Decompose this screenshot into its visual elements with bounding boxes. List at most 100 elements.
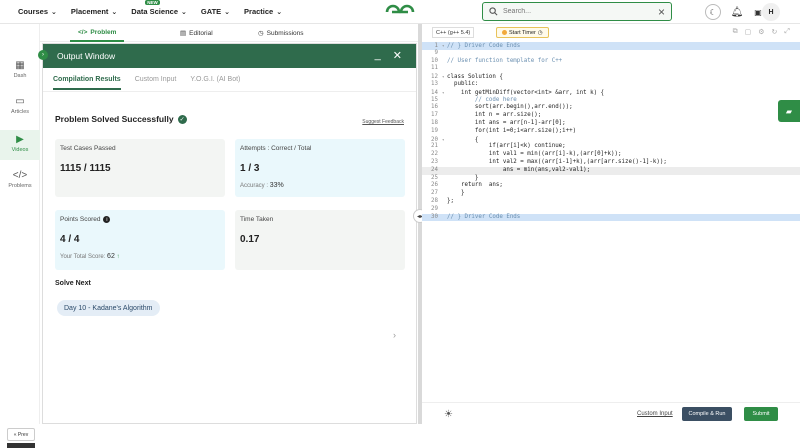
code-text: { — [447, 136, 479, 143]
nav-data-science[interactable]: NEW Data Science ⌄ — [131, 0, 187, 16]
code-line[interactable]: 17 int n = arr.size(); — [422, 112, 800, 120]
sidebar-item-videos[interactable]: ▶ Videos — [0, 130, 40, 160]
tab-editorial[interactable]: ▤ Editorial — [180, 24, 213, 42]
code-line[interactable]: 16 sort(arr.begin(),arr.end()); — [422, 104, 800, 112]
line-number: 9 — [434, 49, 439, 56]
chevron-right-icon[interactable]: › — [393, 330, 396, 340]
nav-gate[interactable]: GATE ⌄ — [201, 7, 230, 16]
sidebar-item-problems[interactable]: </> Problems — [0, 170, 40, 189]
fullscreen-icon[interactable]: ⤢ — [784, 28, 790, 36]
reset-icon[interactable]: ↻ — [772, 28, 778, 36]
line-number: 13 — [431, 80, 438, 87]
code-line[interactable]: 26 return ans; — [422, 182, 800, 190]
line-number: 24 — [431, 166, 438, 173]
video-icon: ▶ — [16, 134, 24, 145]
document-icon: ▤ — [180, 30, 187, 37]
submit-button[interactable]: Submit — [744, 407, 778, 421]
line-number: 28 — [431, 197, 438, 204]
code-line[interactable]: 14 ▾ int getMinDiff(vector<int> &arr, int… — [422, 89, 800, 97]
code-line[interactable]: 15 // code here — [422, 97, 800, 105]
tab-yogi-ai-bot[interactable]: Y.O.G.I. (AI Bot) — [190, 76, 240, 83]
code-line[interactable]: 25 } — [422, 175, 800, 183]
sidebar-item-dash[interactable]: ▦ Dash — [0, 60, 40, 79]
chat-icon[interactable]: ▰ — [778, 100, 800, 122]
avatar[interactable]: H — [762, 3, 780, 21]
tab-submissions[interactable]: ◷ Submissions — [258, 24, 304, 42]
book-icon: ▭ — [15, 96, 25, 107]
file-icon[interactable]: ▢ — [745, 28, 752, 36]
attempts-card: Attempts : Correct / Total 1 / 3 Accurac… — [235, 139, 405, 197]
gfg-logo-icon[interactable] — [384, 3, 416, 21]
info-icon[interactable]: i — [103, 216, 111, 223]
code-line[interactable]: 13 public: — [422, 81, 800, 89]
bottom-bar — [7, 443, 35, 448]
code-text: public: — [447, 80, 479, 87]
code-line[interactable]: 10 // User function template for C++ — [422, 58, 800, 66]
dashboard-icon: ▦ — [15, 60, 25, 71]
code-line[interactable]: 27 } — [422, 190, 800, 198]
bell-icon[interactable]: 🔔︎ — [729, 4, 745, 20]
points-scored-card: Points Scored i 4 / 4 Your Total Score: 6… — [55, 210, 225, 270]
code-line[interactable]: 19 for(int i=0;i<arr.size();i++) — [422, 128, 800, 136]
code-line[interactable]: 28}; — [422, 198, 800, 206]
code-text: } — [447, 190, 465, 197]
theme-toggle-icon[interactable]: ☾ — [705, 4, 721, 20]
nav-courses[interactable]: Courses ⌄ — [18, 7, 57, 16]
chevron-down-icon: ⌄ — [51, 8, 57, 16]
next-problem-chip[interactable]: Day 10 - Kadane's Algorithm — [57, 300, 160, 316]
tab-problem[interactable]: </> Problem — [70, 24, 125, 42]
language-select[interactable]: C++ (g++ 5.4) — [432, 27, 475, 38]
code-line[interactable]: 30 // } Driver Code Ends — [422, 213, 800, 222]
line-number: 19 — [431, 127, 438, 134]
code-text: return ans; — [447, 182, 503, 189]
code-line[interactable]: 18 int ans = arr[n-1]-arr[0]; — [422, 120, 800, 128]
code-line[interactable]: 24 ans = min(ans,val2-val1); — [422, 166, 800, 175]
line-number: 29 — [431, 205, 438, 212]
copy-icon[interactable]: ⧉ — [733, 28, 738, 36]
lightbulb-icon[interactable]: ☀ — [444, 409, 453, 420]
prev-button[interactable]: « Prev — [7, 428, 35, 441]
chevron-right-icon[interactable]: › — [38, 50, 48, 60]
nav-practice[interactable]: Practice ⌄ — [244, 7, 282, 16]
close-icon[interactable]: × — [658, 5, 665, 19]
tab-custom-input[interactable]: Custom Input — [135, 76, 177, 83]
custom-input-link[interactable]: Custom Input — [637, 411, 673, 417]
sidebar-item-articles[interactable]: ▭ Articles — [0, 96, 40, 115]
minimize-icon[interactable]: _ — [375, 49, 381, 62]
suggest-feedback-link[interactable]: Suggest Feedback — [362, 119, 404, 125]
line-number: 27 — [431, 190, 438, 197]
output-tabs: Compilation Results Custom Input Y.O.G.I… — [43, 68, 416, 92]
code-line[interactable]: 21 if(arr[i]<k) continue; — [422, 143, 800, 151]
code-text: // code here — [447, 96, 517, 103]
code-line[interactable]: 22 int val1 = min((arr[i]-k),(arr[0]+k))… — [422, 151, 800, 159]
code-area[interactable]: 1 ▾// } Driver Code Ends 9 10 // User functi… — [422, 42, 800, 222]
line-number: 17 — [431, 112, 438, 119]
solve-next-heading: Solve Next — [55, 280, 91, 287]
code-text: int getMinDiff(vector<int> &arr, int k) … — [447, 89, 605, 96]
chevron-down-icon: ⌄ — [111, 8, 118, 16]
code-line[interactable]: 12 ▾ class Solution { — [422, 73, 800, 81]
code-line[interactable]: 29 — [422, 206, 800, 214]
code-text: } — [447, 174, 479, 181]
tab-compilation-results[interactable]: Compilation Results — [53, 70, 121, 90]
settings-icon[interactable]: ⚙ — [758, 28, 764, 36]
compile-run-button[interactable]: Compile & Run — [682, 407, 732, 421]
line-number: 22 — [431, 151, 438, 158]
code-line[interactable]: 20 ▾ { — [422, 136, 800, 144]
line-number: 10 — [431, 57, 438, 64]
code-line[interactable]: 9 — [422, 50, 800, 58]
nav-placement[interactable]: Placement ⌄ — [71, 7, 117, 16]
start-timer-button[interactable]: Start Timer ◷ — [496, 27, 549, 38]
search-box[interactable]: × — [482, 2, 672, 21]
time-taken-card: Time Taken 0.17 — [235, 210, 405, 270]
code-line[interactable]: 23 int val2 = max((arr[i-1]+k),(arr[arr.… — [422, 159, 800, 167]
search-input[interactable] — [503, 8, 653, 15]
line-number: 26 — [431, 182, 438, 189]
new-badge: NEW — [145, 0, 160, 5]
output-window-header: › Output Window _ ✕ — [38, 44, 416, 68]
arrow-up-icon: ↑ — [116, 254, 120, 260]
code-line[interactable]: 1 ▾// } Driver Code Ends — [422, 42, 800, 50]
line-number: 11 — [431, 65, 438, 72]
code-line[interactable]: 11 — [422, 65, 800, 73]
close-icon[interactable]: ✕ — [393, 49, 402, 62]
